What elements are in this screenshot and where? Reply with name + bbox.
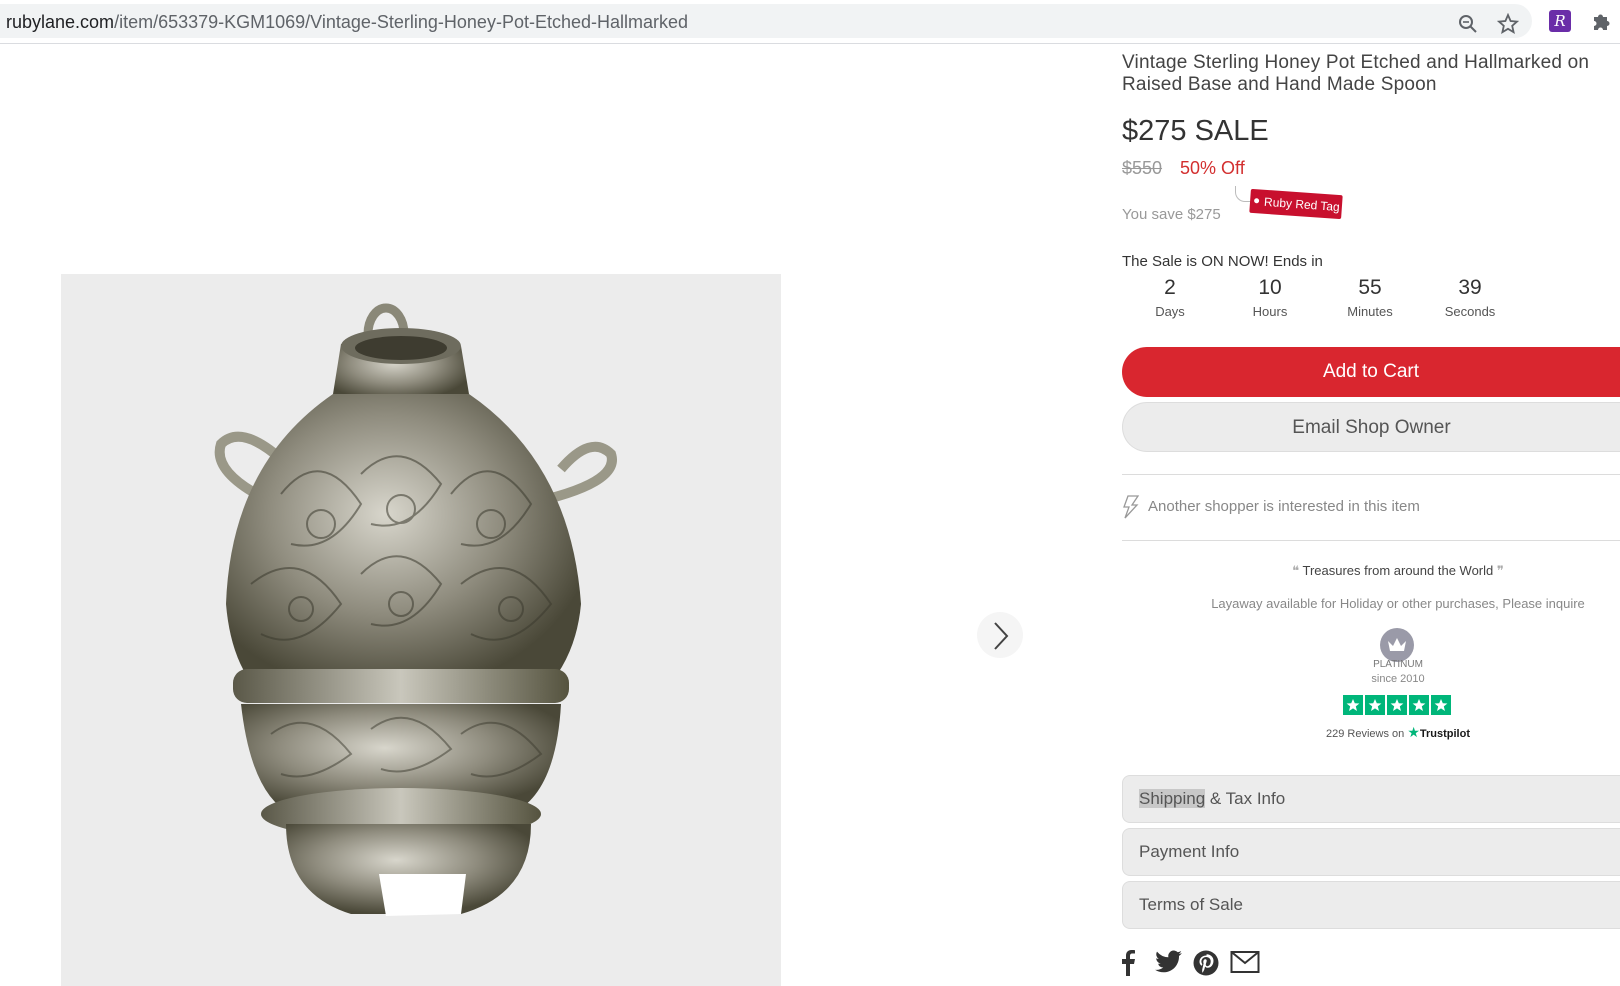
countdown-minutes-value: 55	[1358, 276, 1382, 299]
payment-info-accordion[interactable]: Payment Info	[1122, 828, 1620, 876]
shop-since: since 2010	[1371, 673, 1425, 685]
crown-icon	[1388, 638, 1406, 651]
open-quote-icon: ❝	[1292, 563, 1303, 578]
divider	[1122, 540, 1620, 541]
email-icon[interactable]	[1230, 950, 1260, 976]
star-icon	[1365, 695, 1385, 715]
divider	[1122, 474, 1620, 475]
star-icon	[1387, 695, 1407, 715]
address-bar[interactable]: rubylane.com/item/653379-KGM1069/Vintage…	[0, 4, 1532, 38]
interest-notice: Another shopper is interested in this it…	[1122, 495, 1420, 519]
add-to-cart-button[interactable]: Add to Cart	[1122, 347, 1620, 397]
shop-tagline-text: Treasures from around the World	[1302, 563, 1494, 578]
shop-level: PLATINUM	[1373, 659, 1423, 670]
star-icon	[1343, 695, 1363, 715]
countdown-seconds: 39 Seconds	[1420, 276, 1520, 319]
close-quote-icon: ❞	[1493, 563, 1504, 578]
countdown-seconds-label: Seconds	[1444, 304, 1496, 319]
product-image[interactable]	[61, 274, 781, 986]
original-price: $550	[1122, 158, 1163, 178]
twitter-icon[interactable]	[1155, 950, 1183, 976]
url-text[interactable]: rubylane.com/item/653379-KGM1069/Vintage…	[6, 12, 688, 33]
shipping-highlight: Shipping	[1139, 789, 1206, 808]
trustpilot-reviews-link[interactable]: 229 Reviews on ★Trustpilot	[1122, 724, 1620, 741]
ruby-lane-extension-icon[interactable]: R	[1549, 10, 1571, 32]
countdown-minutes: 55 Minutes	[1320, 276, 1420, 319]
trustpilot-stars	[1343, 695, 1451, 717]
facebook-icon[interactable]	[1120, 950, 1136, 976]
discount-label: 50% Off	[1180, 158, 1245, 178]
countdown-days: 2 Days	[1120, 276, 1220, 319]
url-host: rubylane.com	[6, 12, 115, 32]
countdown-hours: 10 Hours	[1220, 276, 1320, 319]
url-path: /item/653379-KGM1069/Vintage-Sterling-Ho…	[114, 12, 689, 32]
bookmark-star-icon[interactable]	[1496, 12, 1520, 35]
countdown-days-label: Days	[1155, 304, 1185, 319]
shop-tagline: ❝ Treasures from around the World ❞	[1122, 563, 1620, 579]
trustpilot-star-icon: ★	[1407, 724, 1420, 740]
chevron-right-icon	[994, 622, 1009, 650]
next-image-button[interactable]	[977, 612, 1023, 658]
interest-text: Another shopper is interested in this it…	[1148, 497, 1420, 515]
reviews-count: 229 Reviews on	[1325, 728, 1405, 740]
trustpilot-brand: Trustpilot	[1419, 728, 1470, 740]
extensions-puzzle-icon[interactable]	[1590, 10, 1612, 32]
product-title: Vintage Sterling Honey Pot Etched and Ha…	[1122, 52, 1590, 95]
sale-headline: The Sale is ON NOW! Ends in	[1122, 253, 1323, 270]
email-shop-owner-button[interactable]: Email Shop Owner	[1122, 402, 1620, 452]
sale-price: $275 SALE	[1122, 115, 1269, 147]
star-icon	[1409, 695, 1429, 715]
pinterest-icon[interactable]	[1193, 950, 1219, 976]
browser-toolbar: rubylane.com/item/653379-KGM1069/Vintage…	[0, 0, 1620, 44]
countdown-seconds-value: 39	[1458, 276, 1482, 299]
shipping-rest: & Tax Info	[1205, 789, 1286, 808]
lightning-icon	[1123, 495, 1140, 519]
zoom-icon[interactable]	[1457, 13, 1479, 35]
star-icon	[1431, 695, 1451, 715]
shipping-tax-info-accordion[interactable]: Shipping & Tax Info	[1122, 775, 1620, 823]
ruby-red-tag-badge: Ruby Red Tag	[1249, 188, 1343, 220]
countdown-days-value: 2	[1164, 276, 1176, 299]
countdown-hours-label: Hours	[1252, 304, 1288, 319]
countdown-hours-value: 10	[1258, 276, 1282, 299]
terms-of-sale-accordion[interactable]: Terms of Sale	[1122, 881, 1620, 929]
layaway-note: Layaway available for Holiday or other p…	[1211, 596, 1585, 611]
countdown-minutes-label: Minutes	[1347, 304, 1393, 319]
platinum-crown-badge	[1380, 628, 1414, 662]
you-save-text: You save $275	[1122, 206, 1221, 223]
extension-letter: R	[1554, 12, 1566, 30]
